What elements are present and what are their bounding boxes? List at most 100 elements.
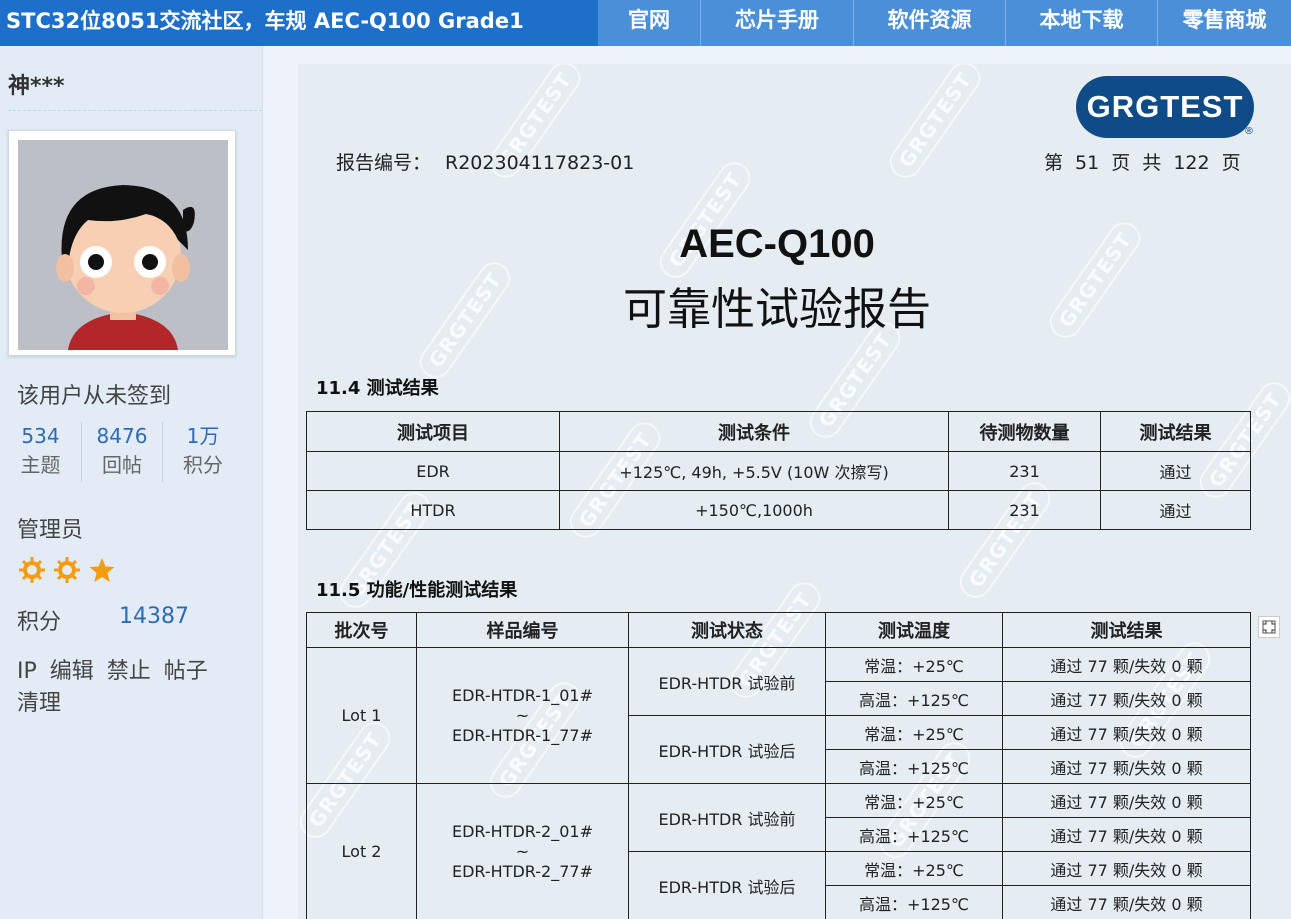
column-header: 测试结果 <box>1100 411 1251 452</box>
admin-link-cleanup[interactable]: 清理 <box>17 691 61 716</box>
column-header: 待测物数量 <box>948 411 1101 452</box>
stat-points[interactable]: 1万 积分 <box>162 422 243 482</box>
user-stats: 534 主题 8476 回帖 1万 积分 <box>0 422 245 482</box>
section-heading: 11.5 功能/性能测试结果 <box>316 580 518 601</box>
sample-start: EDR-HTDR-1_01# <box>452 685 593 705</box>
temp-cell: 常温：+25℃ <box>825 851 1003 886</box>
table-cell: 通过 <box>1100 490 1251 530</box>
temp-cell: 高温：+125℃ <box>825 681 1003 716</box>
table-cell: EDR <box>306 451 560 491</box>
state-cell: EDR-HTDR 试验后 <box>628 715 826 784</box>
lot-cell: Lot 1 <box>306 647 417 784</box>
admin-link-ip[interactable]: IP <box>17 659 37 684</box>
table-row: HTDR +150℃,1000h 231 通过 <box>306 490 1251 530</box>
registered-mark: ® <box>1244 126 1254 137</box>
divider <box>8 110 262 111</box>
state-cell: EDR-HTDR 试验后 <box>628 851 826 919</box>
report-image[interactable]: GRGTEST GRGTEST GRGTEST GRGTEST GRGTEST … <box>298 64 1291 919</box>
sample-end: EDR-HTDR-1_77# <box>452 725 593 745</box>
table-row: EDR +125℃, 49h, +5.5V (10W 次擦写) 231 通过 <box>306 451 1251 491</box>
admin-link-edit[interactable]: 编辑 <box>50 659 94 684</box>
result-cell: 通过 77 颗/失效 0 颗 <box>1002 851 1251 886</box>
avatar[interactable] <box>8 130 236 356</box>
function-test-table: 批次号 样品编号 测试状态 测试温度 测试结果 Lot 1 EDR-HTDR-1… <box>306 612 1251 919</box>
state-cell: EDR-HTDR 试验前 <box>628 647 826 716</box>
report-number-value: R202304117823-01 <box>445 152 635 174</box>
sample-tilde: ~ <box>515 841 530 861</box>
report-subtitle: 可靠性试验报告 <box>623 284 931 335</box>
user-role[interactable]: 管理员 <box>17 512 83 544</box>
stat-label: 回帖 <box>102 453 142 477</box>
fullscreen-icon <box>1262 620 1276 634</box>
user-sidebar: 神*** 该用户从未签到 534 主题 8476 回帖 1万 积分 管理员 积分… <box>0 46 263 919</box>
nav-local-download[interactable]: 本地下载 <box>1005 0 1157 46</box>
table-header-row: 测试项目 测试条件 待测物数量 测试结果 <box>306 411 1251 452</box>
stat-value[interactable]: 1万 <box>163 422 243 450</box>
result-cell: 通过 77 颗/失效 0 颗 <box>1002 681 1251 716</box>
sample-end: EDR-HTDR-2_77# <box>452 861 593 881</box>
sample-range-cell: EDR-HTDR-1_01# ~ EDR-HTDR-1_77# <box>416 647 629 784</box>
nav-official-site[interactable]: 官网 <box>598 0 700 46</box>
result-cell: 通过 77 颗/失效 0 颗 <box>1002 817 1251 852</box>
report-number: 报告编号： R202304117823-01 <box>336 148 634 175</box>
avatar-cartoon-icon <box>18 140 228 350</box>
stat-label: 主题 <box>20 453 61 477</box>
admin-link-ban[interactable]: 禁止 <box>107 659 151 684</box>
points-value[interactable]: 14387 <box>119 604 189 629</box>
nav-retail-store[interactable]: 零售商城 <box>1157 0 1291 46</box>
checkin-status: 该用户从未签到 <box>17 384 172 409</box>
table-cell: 通过 <box>1100 451 1251 491</box>
sun-icon <box>54 557 80 583</box>
table-cell: 231 <box>948 451 1101 491</box>
result-cell: 通过 77 颗/失效 0 颗 <box>1002 715 1251 750</box>
report-number-label: 报告编号： <box>336 152 432 174</box>
admin-link-posts[interactable]: 帖子 <box>164 659 208 684</box>
watermark: GRGTEST <box>883 64 987 185</box>
report-title: AEC-Q100 <box>679 222 875 266</box>
table-row: Lot 1 EDR-HTDR-1_01# ~ EDR-HTDR-1_77# ED… <box>306 647 1251 784</box>
table-cell: HTDR <box>306 490 560 530</box>
temp-cell: 常温：+25℃ <box>825 647 1003 682</box>
stat-label: 积分 <box>183 453 223 477</box>
column-header: 样品编号 <box>416 612 629 648</box>
stat-value[interactable]: 534 <box>0 422 81 450</box>
column-header: 测试条件 <box>559 411 949 452</box>
column-header: 批次号 <box>306 612 417 648</box>
result-cell: 通过 77 颗/失效 0 颗 <box>1002 647 1251 682</box>
temp-cell: 高温：+125℃ <box>825 817 1003 852</box>
state-cell: EDR-HTDR 试验前 <box>628 783 826 852</box>
stat-replies[interactable]: 8476 回帖 <box>81 422 162 482</box>
section-heading: 11.4 测试结果 <box>316 378 439 399</box>
temp-cell: 常温：+25℃ <box>825 783 1003 818</box>
result-cell: 通过 77 颗/失效 0 颗 <box>1002 783 1251 818</box>
lot-cell: Lot 2 <box>306 783 417 919</box>
stat-value[interactable]: 8476 <box>82 422 162 450</box>
table-cell: +150℃,1000h <box>559 490 949 530</box>
temp-cell: 常温：+25℃ <box>825 715 1003 750</box>
table-cell: +125℃, 49h, +5.5V (10W 次擦写) <box>559 451 949 491</box>
temp-cell: 高温：+125℃ <box>825 885 1003 919</box>
result-cell: 通过 77 颗/失效 0 颗 <box>1002 885 1251 919</box>
table-header-row: 批次号 样品编号 测试状态 测试温度 测试结果 <box>306 612 1251 648</box>
column-header: 测试温度 <box>825 612 1003 648</box>
nav-chip-manual[interactable]: 芯片手册 <box>700 0 853 46</box>
grgtest-logo: GRGTEST <box>1076 76 1254 138</box>
sample-start: EDR-HTDR-2_01# <box>452 821 593 841</box>
expand-image-icon[interactable] <box>1258 616 1280 638</box>
stat-threads[interactable]: 534 主题 <box>0 422 81 482</box>
column-header: 测试状态 <box>628 612 826 648</box>
username[interactable]: 神*** <box>8 68 65 100</box>
test-results-table: 测试项目 测试条件 待测物数量 测试结果 EDR +125℃, 49h, +5.… <box>306 411 1251 530</box>
sample-tilde: ~ <box>515 705 530 725</box>
top-nav: 官网 芯片手册 软件资源 本地下载 零售商城 <box>598 0 1291 46</box>
column-header: 测试项目 <box>306 411 560 452</box>
nav-software[interactable]: 软件资源 <box>853 0 1005 46</box>
page-info: 第 51 页 共 122 页 <box>1044 152 1241 174</box>
rank-stars <box>18 556 116 584</box>
admin-links: IP 编辑 禁止 帖子 清理 <box>17 656 227 720</box>
sun-icon <box>19 557 45 583</box>
result-cell: 通过 77 颗/失效 0 颗 <box>1002 749 1251 784</box>
temp-cell: 高温：+125℃ <box>825 749 1003 784</box>
forum-title[interactable]: STC32位8051交流社区，车规 AEC-Q100 Grade1 <box>0 0 598 46</box>
column-header: 测试结果 <box>1002 612 1251 648</box>
